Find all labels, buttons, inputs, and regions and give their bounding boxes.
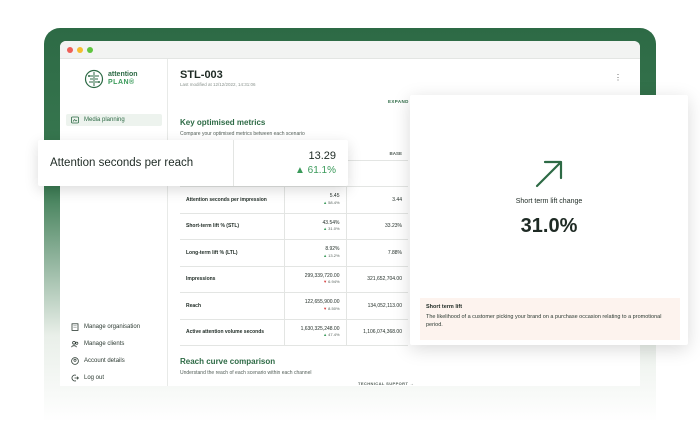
sidebar-item-label: Media planning <box>84 117 125 123</box>
brand-name-bottom: PLAN® <box>108 79 135 86</box>
attention-per-reach-callout: Attention seconds per reach 13.29 ▲ 61.1… <box>38 140 348 186</box>
sidebar-item-manage-clients[interactable]: Manage clients <box>66 338 162 350</box>
brand-logo[interactable]: attention PLAN® <box>84 69 138 89</box>
note-title: Short term lift <box>426 304 463 310</box>
metric-base: 1,106,074,368.00 <box>346 319 408 346</box>
table-row: Attention seconds per impression 5.45 ▲ 5… <box>180 186 408 214</box>
table-row: Reach 122,655,900.00 ▼ 8.50% 134,052,113.… <box>180 292 408 320</box>
metric-change: 58.4% <box>328 199 340 205</box>
table-row: Long-term lift % (LTL) 8.92% ▲ 13.2% 7.88… <box>180 239 408 267</box>
lift-card-value: 31.0% <box>520 215 578 237</box>
note-text: The likelihood of a customer picking you… <box>426 314 662 328</box>
sidebar: attention PLAN® Media planning Manage or… <box>60 59 168 386</box>
up-triangle-icon: ▲ <box>294 165 305 176</box>
metric-change: 13.2% <box>328 252 340 258</box>
sidebar-item-label: Account details <box>84 358 125 364</box>
table-row: Short-term lift % (STL) 43.54% ▲ 31.0% 33… <box>180 213 408 240</box>
key-metrics-title: Key optimised metrics <box>180 118 266 127</box>
metric-value: 8.92% <box>325 246 340 253</box>
up-triangle-icon: ▲ <box>323 226 328 232</box>
metric-name: Attention seconds per impression <box>180 186 285 214</box>
table-row: Active attention volume seconds 1,630,32… <box>180 319 408 346</box>
metric-change: 47.4% <box>328 332 340 338</box>
metric-base: 33.23% <box>346 213 408 240</box>
metric-name: Active attention volume seconds <box>180 319 285 346</box>
sidebar-item-label: Manage organisation <box>84 324 141 330</box>
building-icon <box>71 323 79 331</box>
metric-name: Reach <box>180 292 285 320</box>
metric-value: 43.54% <box>322 219 340 226</box>
technical-support-link[interactable]: TECHNICAL SUPPORT → <box>358 381 414 386</box>
metric-base: 7.88% <box>346 239 408 267</box>
metric-value: 1,630,325,248.00 <box>300 325 340 332</box>
close-window-dot[interactable] <box>67 47 73 53</box>
maximize-window-dot[interactable] <box>87 47 93 53</box>
down-triangle-icon: ▼ <box>323 279 328 285</box>
down-triangle-icon: ▼ <box>323 305 328 311</box>
metric-base: 134,052,113.00 <box>346 292 408 320</box>
clients-icon <box>71 340 79 348</box>
up-triangle-icon: ▲ <box>323 252 328 258</box>
metric-base: 321,652,704.00 <box>346 266 408 293</box>
last-modified-timestamp: Last modified at 12/12/2022, 14:31:06 <box>180 82 256 87</box>
metric-value: 122,655,900.00 <box>304 299 340 306</box>
table-row: Impressions 299,339,720.00 ▼ 6.94% 321,65… <box>180 266 408 293</box>
callout-divider <box>233 140 234 186</box>
reach-curve-subtitle: Understand the reach of each scenario wi… <box>180 370 312 376</box>
sidebar-item-label: Manage clients <box>84 341 125 347</box>
minimize-window-dot[interactable] <box>77 47 83 53</box>
up-triangle-icon: ▲ <box>323 199 328 205</box>
more-options-icon[interactable]: ⋮ <box>614 73 622 82</box>
metric-change: 6.94% <box>328 279 340 285</box>
lift-definition-note: Short term lift The likelihood of a cust… <box>420 298 680 340</box>
callout-value: 13.29 <box>308 150 336 162</box>
arrow-up-right-icon <box>535 160 563 188</box>
window-titlebar <box>60 41 640 59</box>
metric-value: 299,339,720.00 <box>304 272 340 279</box>
sidebar-item-media-planning[interactable]: Media planning <box>66 114 162 126</box>
metric-name: Impressions <box>180 266 285 293</box>
metric-change: 8.50% <box>328 305 340 311</box>
callout-label: Attention seconds per reach <box>50 157 194 169</box>
short-term-lift-card: Short term lift change 31.0% Short term … <box>410 95 688 345</box>
up-triangle-icon: ▲ <box>323 332 328 338</box>
reach-curve-title: Reach curve comparison <box>180 357 276 366</box>
sidebar-item-label: Log out <box>84 375 105 381</box>
callout-change: 61.1% <box>307 165 336 176</box>
sidebar-item-log-out[interactable]: Log out <box>66 372 162 384</box>
base-column-header: BASE <box>346 148 408 161</box>
sidebar-item-account-details[interactable]: Account details <box>66 355 162 367</box>
brand-name-top: attention <box>108 71 138 78</box>
logout-icon <box>71 374 79 382</box>
metric-change: 31.0% <box>328 226 340 232</box>
sidebar-item-manage-organisation[interactable]: Manage organisation <box>66 321 162 333</box>
metric-base: 3.44 <box>346 186 408 214</box>
page-title: STL-003 <box>180 69 223 81</box>
key-metrics-subtitle: Compare your optimised metrics between e… <box>180 131 305 137</box>
user-icon <box>71 357 79 365</box>
metric-name: Short-term lift % (STL) <box>180 213 285 240</box>
media-planning-icon <box>71 116 79 124</box>
brain-logo-icon <box>84 69 104 89</box>
metric-name: Long-term lift % (LTL) <box>180 239 285 267</box>
lift-card-title: Short term lift change <box>515 198 583 205</box>
expand-button[interactable]: EXPAND <box>388 99 409 104</box>
metric-value: 5.45 <box>329 193 340 200</box>
